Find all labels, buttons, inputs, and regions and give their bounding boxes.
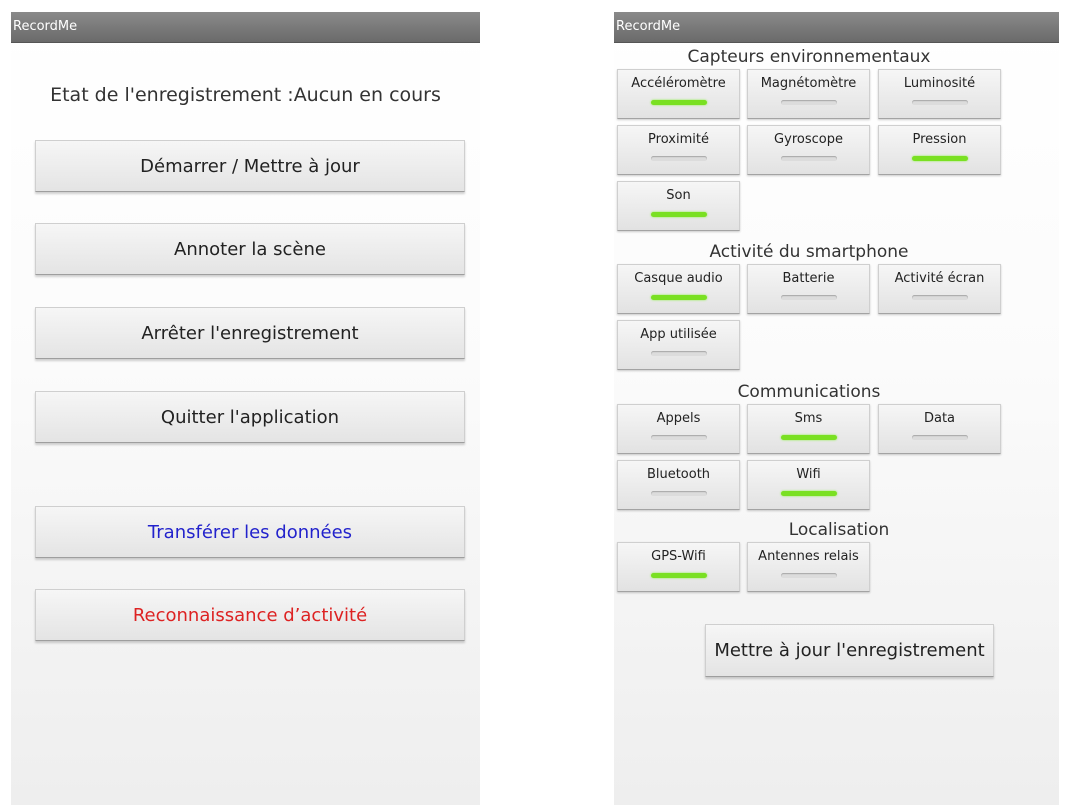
section-title-smartphone-activity: Activité du smartphone bbox=[709, 242, 909, 262]
toggle-sound[interactable]: Son bbox=[617, 181, 740, 231]
toggle-battery[interactable]: Batterie bbox=[747, 264, 870, 314]
toggle-indicator bbox=[650, 435, 707, 440]
toggle-indicator bbox=[780, 491, 837, 496]
toggle-label: Magnétomètre bbox=[760, 76, 857, 91]
toggle-indicator bbox=[780, 573, 837, 578]
toggle-indicator bbox=[911, 435, 968, 440]
stop-recording-label: Arrêter l'enregistrement bbox=[141, 322, 359, 344]
toggle-indicator bbox=[650, 100, 707, 105]
toggle-indicator bbox=[650, 212, 707, 217]
toggle-label: Son bbox=[666, 188, 691, 203]
toggle-indicator bbox=[650, 295, 707, 300]
toggle-label: GPS-Wifi bbox=[651, 549, 706, 564]
recording-status: Etat de l'enregistrement :Aucun en cours bbox=[50, 84, 441, 106]
activity-recognition-button[interactable]: Reconnaissance d’activité bbox=[35, 589, 465, 641]
toggle-indicator bbox=[650, 491, 707, 496]
toggle-label: Wifi bbox=[796, 467, 821, 482]
toggle-label: Proximité bbox=[648, 132, 709, 147]
toggle-label: Accéléromètre bbox=[631, 76, 726, 91]
transfer-data-button[interactable]: Transférer les données bbox=[35, 506, 465, 558]
toggle-wifi[interactable]: Wifi bbox=[747, 460, 870, 510]
app-title-bar: RecordMe bbox=[614, 12, 1059, 43]
activity-recognition-label: Reconnaissance d’activité bbox=[132, 604, 368, 626]
toggle-magnetometer[interactable]: Magnétomètre bbox=[747, 69, 870, 119]
section-title-localisation: Localisation bbox=[788, 520, 890, 540]
toggle-screen-activity[interactable]: Activité écran bbox=[878, 264, 1001, 314]
toggle-label: Casque audio bbox=[634, 271, 723, 286]
toggle-label: Bluetooth bbox=[646, 467, 711, 482]
app-title: RecordMe bbox=[616, 19, 681, 34]
toggle-gyroscope[interactable]: Gyroscope bbox=[747, 125, 870, 175]
quit-app-button[interactable]: Quitter l'application bbox=[35, 391, 465, 443]
toggle-sms[interactable]: Sms bbox=[747, 404, 870, 454]
toggle-gps-wifi[interactable]: GPS-Wifi bbox=[617, 542, 740, 592]
toggle-indicator bbox=[780, 100, 837, 105]
toggle-label: Antennes relais bbox=[758, 549, 859, 564]
toggle-cell-towers[interactable]: Antennes relais bbox=[747, 542, 870, 592]
toggle-indicator bbox=[780, 435, 837, 440]
stop-recording-button[interactable]: Arrêter l'enregistrement bbox=[35, 307, 465, 359]
toggle-headset[interactable]: Casque audio bbox=[617, 264, 740, 314]
transfer-data-label: Transférer les données bbox=[147, 521, 353, 543]
annotate-scene-button[interactable]: Annoter la scène bbox=[35, 223, 465, 275]
app-title-bar: RecordMe bbox=[11, 12, 480, 43]
toggle-label: Batterie bbox=[782, 271, 835, 286]
update-recording-button[interactable]: Mettre à jour l'enregistrement bbox=[705, 624, 994, 677]
toggle-indicator bbox=[650, 156, 707, 161]
app-title: RecordMe bbox=[13, 19, 78, 34]
toggle-bluetooth[interactable]: Bluetooth bbox=[617, 460, 740, 510]
toggle-label: Activité écran bbox=[894, 271, 985, 286]
toggle-indicator bbox=[780, 156, 837, 161]
toggle-indicator bbox=[650, 351, 707, 356]
toggle-indicator bbox=[650, 573, 707, 578]
start-update-button[interactable]: Démarrer / Mettre à jour bbox=[35, 140, 465, 192]
toggle-data[interactable]: Data bbox=[878, 404, 1001, 454]
quit-app-label: Quitter l'application bbox=[160, 406, 340, 428]
toggle-indicator bbox=[911, 295, 968, 300]
section-title-communications: Communications bbox=[737, 382, 881, 402]
toggle-label: Appels bbox=[656, 411, 701, 426]
toggle-calls[interactable]: Appels bbox=[617, 404, 740, 454]
sensor-settings-screen: RecordMe Capteurs environnementaux Accél… bbox=[614, 12, 1059, 805]
toggle-label: App utilisée bbox=[640, 327, 717, 342]
section-title-environment: Capteurs environnementaux bbox=[687, 47, 931, 67]
toggle-indicator bbox=[780, 295, 837, 300]
toggle-app-used[interactable]: App utilisée bbox=[617, 320, 740, 370]
start-update-label: Démarrer / Mettre à jour bbox=[140, 155, 360, 177]
toggle-indicator bbox=[911, 100, 968, 105]
annotate-scene-label: Annoter la scène bbox=[174, 238, 326, 260]
toggle-accelerometer[interactable]: Accéléromètre bbox=[617, 69, 740, 119]
toggle-proximity[interactable]: Proximité bbox=[617, 125, 740, 175]
toggle-label: Pression bbox=[912, 132, 967, 147]
toggle-label: Luminosité bbox=[903, 76, 976, 91]
toggle-label: Gyroscope bbox=[774, 132, 843, 147]
toggle-indicator bbox=[911, 156, 968, 161]
toggle-label: Sms bbox=[794, 411, 823, 426]
main-screen: RecordMe Etat de l'enregistrement :Aucun… bbox=[11, 12, 480, 805]
toggle-pressure[interactable]: Pression bbox=[878, 125, 1001, 175]
toggle-label: Data bbox=[923, 411, 956, 426]
update-recording-label: Mettre à jour l'enregistrement bbox=[714, 640, 985, 661]
toggle-luminosity[interactable]: Luminosité bbox=[878, 69, 1001, 119]
